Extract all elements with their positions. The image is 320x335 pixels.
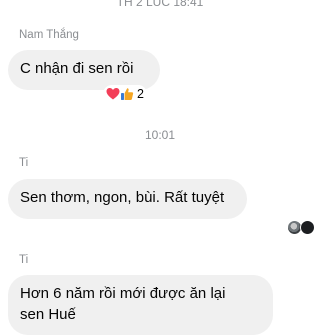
timestamp-divider: 10:01 — [144, 128, 176, 142]
message-text: Sen thơm, ngon, bùi. Rất tuyệt — [20, 189, 225, 206]
message-text-line: Hơn 6 năm rồi mới được ăn lại — [20, 285, 226, 302]
avatar — [300, 220, 315, 235]
chat-thread: TH 2 LÚC 18:41 Nam Thắng C nhận đi sen r… — [0, 0, 320, 335]
sender-name: Nam Thắng — [19, 29, 79, 41]
heart-icon — [106, 87, 120, 101]
reaction-count: 2 — [137, 87, 144, 101]
message-bubble[interactable]: Sen thơm, ngon, bùi. Rất tuyệt — [8, 179, 247, 219]
sender-name: Ti — [19, 157, 29, 169]
seen-receipts — [287, 220, 320, 236]
message-text: C nhận đi sen rồi — [20, 60, 134, 77]
sender-name: Ti — [19, 254, 29, 266]
reaction-summary[interactable]: 2 — [103, 85, 147, 103]
message-bubble[interactable]: Hơn 6 năm rồi mới được ăn lại sen Huế — [8, 275, 273, 335]
message-bubble[interactable]: C nhận đi sen rồi — [8, 50, 160, 90]
message-text-line: sen Huế — [20, 306, 76, 323]
timestamp-divider: TH 2 LÚC 18:41 — [116, 0, 204, 9]
like-icon — [120, 87, 134, 101]
